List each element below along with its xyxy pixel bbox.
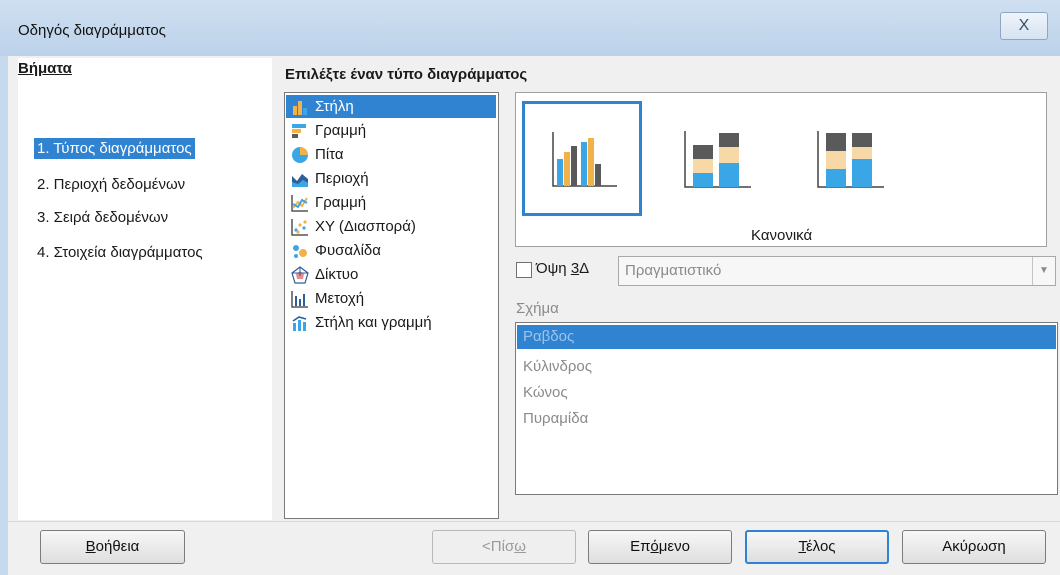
step-chart-elements[interactable]: 4. Στοιχεία διαγράμματος — [34, 242, 206, 263]
help-button[interactable]: Βοήθεια — [40, 530, 185, 564]
chart-type-label: Περιοχή — [315, 170, 369, 187]
view-3d-checkbox[interactable] — [516, 262, 532, 278]
chart-type-area[interactable]: Περιοχή — [286, 167, 496, 190]
help-label-suffix: οήθεια — [95, 538, 140, 555]
shape-label: Σχήμα — [516, 300, 559, 317]
chart-type-label: Πίτα — [315, 146, 344, 163]
chart-variant-panel: Κανονικά — [515, 92, 1047, 247]
shape-item-pyramid[interactable]: Πυραμίδα — [517, 407, 1056, 431]
stacked-columns-preview-icon — [684, 131, 751, 188]
title-bar: Οδηγός διαγράμματος X — [0, 0, 1060, 56]
view-3d-label-key: 3 — [570, 260, 580, 277]
chart-type-label: Γραμμή — [315, 122, 367, 139]
chart-wizard-window: Οδηγός διαγράμματος X Βήματα 1. Τύπος δι… — [0, 0, 1060, 575]
step-data-series[interactable]: 3. Σειρά δεδομένων — [34, 207, 171, 228]
cancel-button[interactable]: Ακύρωση — [902, 530, 1046, 564]
area-chart-icon — [292, 173, 308, 187]
chart-type-bubble[interactable]: Φυσαλίδα — [286, 239, 496, 262]
chart-type-xy-scatter[interactable]: XY (Διασπορά) — [286, 215, 496, 238]
next-label-suffix: μενο — [658, 538, 690, 555]
view-3d-scheme-dropdown[interactable]: Πραγματιστικό ▼ — [618, 256, 1056, 286]
chart-type-line[interactable]: Γραμμή — [286, 191, 496, 214]
scatter-chart-icon — [291, 218, 308, 236]
normal-columns-preview-icon — [552, 132, 617, 187]
chart-type-label: Γραμμή — [315, 194, 367, 211]
back-button[interactable]: <Πίσω — [432, 530, 576, 564]
chart-type-heading: Επιλέξτε έναν τύπο διαγράμματος — [285, 66, 528, 83]
chevron-down-icon[interactable]: ▼ — [1032, 257, 1055, 285]
chart-type-label: Στήλη — [315, 98, 354, 115]
view-3d-label-prefix: Όψη — [536, 260, 571, 277]
chart-type-list[interactable]: Στήλη Γραμμή Πίτα Περιοχή Γραμμή XY (Δια… — [284, 92, 499, 519]
pie-chart-icon — [292, 146, 308, 163]
column-chart-icon — [293, 100, 307, 115]
column-line-chart-icon — [292, 315, 307, 331]
steps-panel: Βήματα 1. Τύπος διαγράμματος 2. Περιοχή … — [18, 58, 272, 520]
chart-type-label: Μετοχή — [315, 290, 365, 307]
net-chart-icon — [291, 265, 309, 284]
next-button[interactable]: Επόμενο — [588, 530, 732, 564]
chart-type-label: XY (Διασπορά) — [315, 218, 416, 235]
view-3d-label: Όψη 3Δ — [536, 260, 589, 277]
finish-label-suffix: έλος — [805, 538, 836, 555]
button-separator — [8, 521, 1060, 522]
chart-type-column[interactable]: Στήλη — [286, 95, 496, 118]
finish-button[interactable]: Τέλος — [745, 530, 889, 564]
window-frame-edge — [0, 56, 8, 575]
next-label-key: ό — [650, 538, 659, 555]
chart-type-bar[interactable]: Γραμμή — [286, 119, 496, 142]
steps-heading: Βήματα — [18, 60, 72, 77]
chart-type-net[interactable]: Δίκτυο — [286, 263, 496, 286]
bar-chart-icon — [292, 123, 306, 138]
step-chart-type[interactable]: 1. Τύπος διαγράμματος — [34, 138, 195, 159]
percent-stacked-columns-preview-icon — [817, 131, 884, 188]
back-label-key: ω — [514, 538, 526, 555]
chart-type-stock[interactable]: Μετοχή — [286, 287, 496, 310]
view-3d-label-suffix: Δ — [579, 260, 590, 277]
dropdown-value: Πραγματιστικό — [625, 262, 722, 279]
chart-type-label: Δίκτυο — [315, 266, 359, 283]
step-data-range[interactable]: 2. Περιοχή δεδομένων — [34, 174, 188, 195]
chart-type-column-and-line[interactable]: Στήλη και γραμμή — [286, 311, 496, 334]
help-label-key: Β — [85, 538, 96, 555]
variant-stacked[interactable] — [655, 101, 775, 216]
chart-type-label: Στήλη και γραμμή — [315, 314, 432, 331]
variant-percent-stacked[interactable] — [788, 101, 908, 216]
shape-item-cylinder[interactable]: Κύλινδρος — [517, 355, 1056, 379]
chart-type-label: Φυσαλίδα — [315, 242, 381, 259]
back-label-prefix: <Πίσ — [482, 538, 515, 555]
variant-label: Κανονικά — [751, 227, 813, 244]
close-button[interactable]: X — [1000, 12, 1048, 40]
shape-item-bar[interactable]: Ραβδος — [517, 325, 1056, 349]
shape-item-cone[interactable]: Κώνος — [517, 381, 1056, 405]
next-label-prefix: Επ — [630, 538, 651, 555]
finish-label-key: Τ — [798, 538, 806, 555]
stock-chart-icon — [291, 290, 308, 308]
chart-type-pie[interactable]: Πίτα — [286, 143, 496, 166]
variant-normal[interactable] — [522, 101, 642, 216]
shape-list[interactable]: Ραβδος Κύλινδρος Κώνος Πυραμίδα — [515, 322, 1058, 495]
line-chart-icon — [291, 194, 308, 212]
window-title: Οδηγός διαγράμματος — [18, 22, 166, 39]
bubble-chart-icon — [293, 244, 307, 258]
